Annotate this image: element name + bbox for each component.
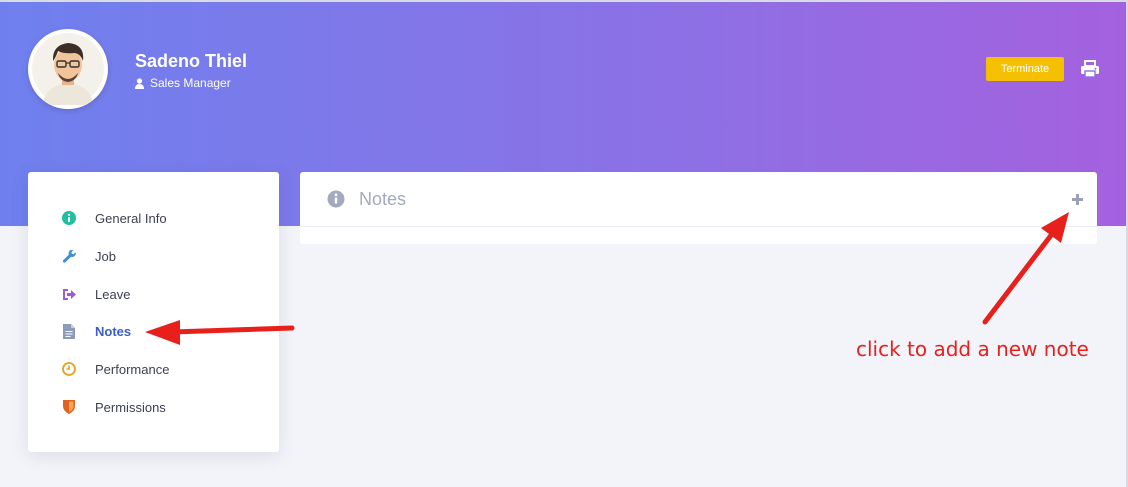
employee-role-label: Sales Manager <box>150 76 231 90</box>
sidebar-item-performance[interactable]: Performance <box>60 359 169 379</box>
sidebar-item-permissions[interactable]: Permissions <box>60 397 166 417</box>
frame-border-top <box>0 0 1128 2</box>
info-circle-icon <box>60 209 78 227</box>
print-icon <box>1081 60 1099 78</box>
sidebar-item-label: Performance <box>95 361 170 377</box>
sidebar-item-label: General Info <box>95 210 167 226</box>
sidebar-item-label: Leave <box>95 286 131 302</box>
shield-icon <box>60 398 78 416</box>
sidebar-item-leave[interactable]: Leave <box>60 284 130 304</box>
notes-panel-title: Notes <box>359 189 407 209</box>
sidebar-item-general-info[interactable]: General Info <box>60 208 167 228</box>
file-text-icon <box>60 322 78 340</box>
employee-name: Sadeno Thiel <box>135 51 248 71</box>
sign-out-icon <box>60 285 78 303</box>
profile-sidebar: General Info Job Leave Notes Performance… <box>28 172 279 452</box>
employee-role: Sales Manager <box>135 76 231 90</box>
plus-icon <box>1071 193 1083 205</box>
sidebar-item-label: Job <box>95 248 116 264</box>
avatar <box>28 29 108 109</box>
clock-icon <box>60 360 78 378</box>
terminate-button[interactable]: Terminate <box>986 57 1064 81</box>
notes-panel: Notes <box>300 172 1097 244</box>
notes-panel-divider <box>300 226 1097 227</box>
sidebar-item-label: Permissions <box>95 399 166 415</box>
info-circle-icon <box>327 190 345 213</box>
wrench-icon <box>60 247 78 265</box>
sidebar-item-label: Notes <box>95 323 132 339</box>
add-note-button[interactable] <box>1068 190 1086 208</box>
user-icon <box>135 77 144 89</box>
print-button[interactable] <box>1080 60 1100 78</box>
sidebar-item-job[interactable]: Job <box>60 246 116 266</box>
sidebar-item-notes[interactable]: Notes <box>60 321 131 341</box>
annotation-text: click to add a new note <box>856 337 1089 361</box>
